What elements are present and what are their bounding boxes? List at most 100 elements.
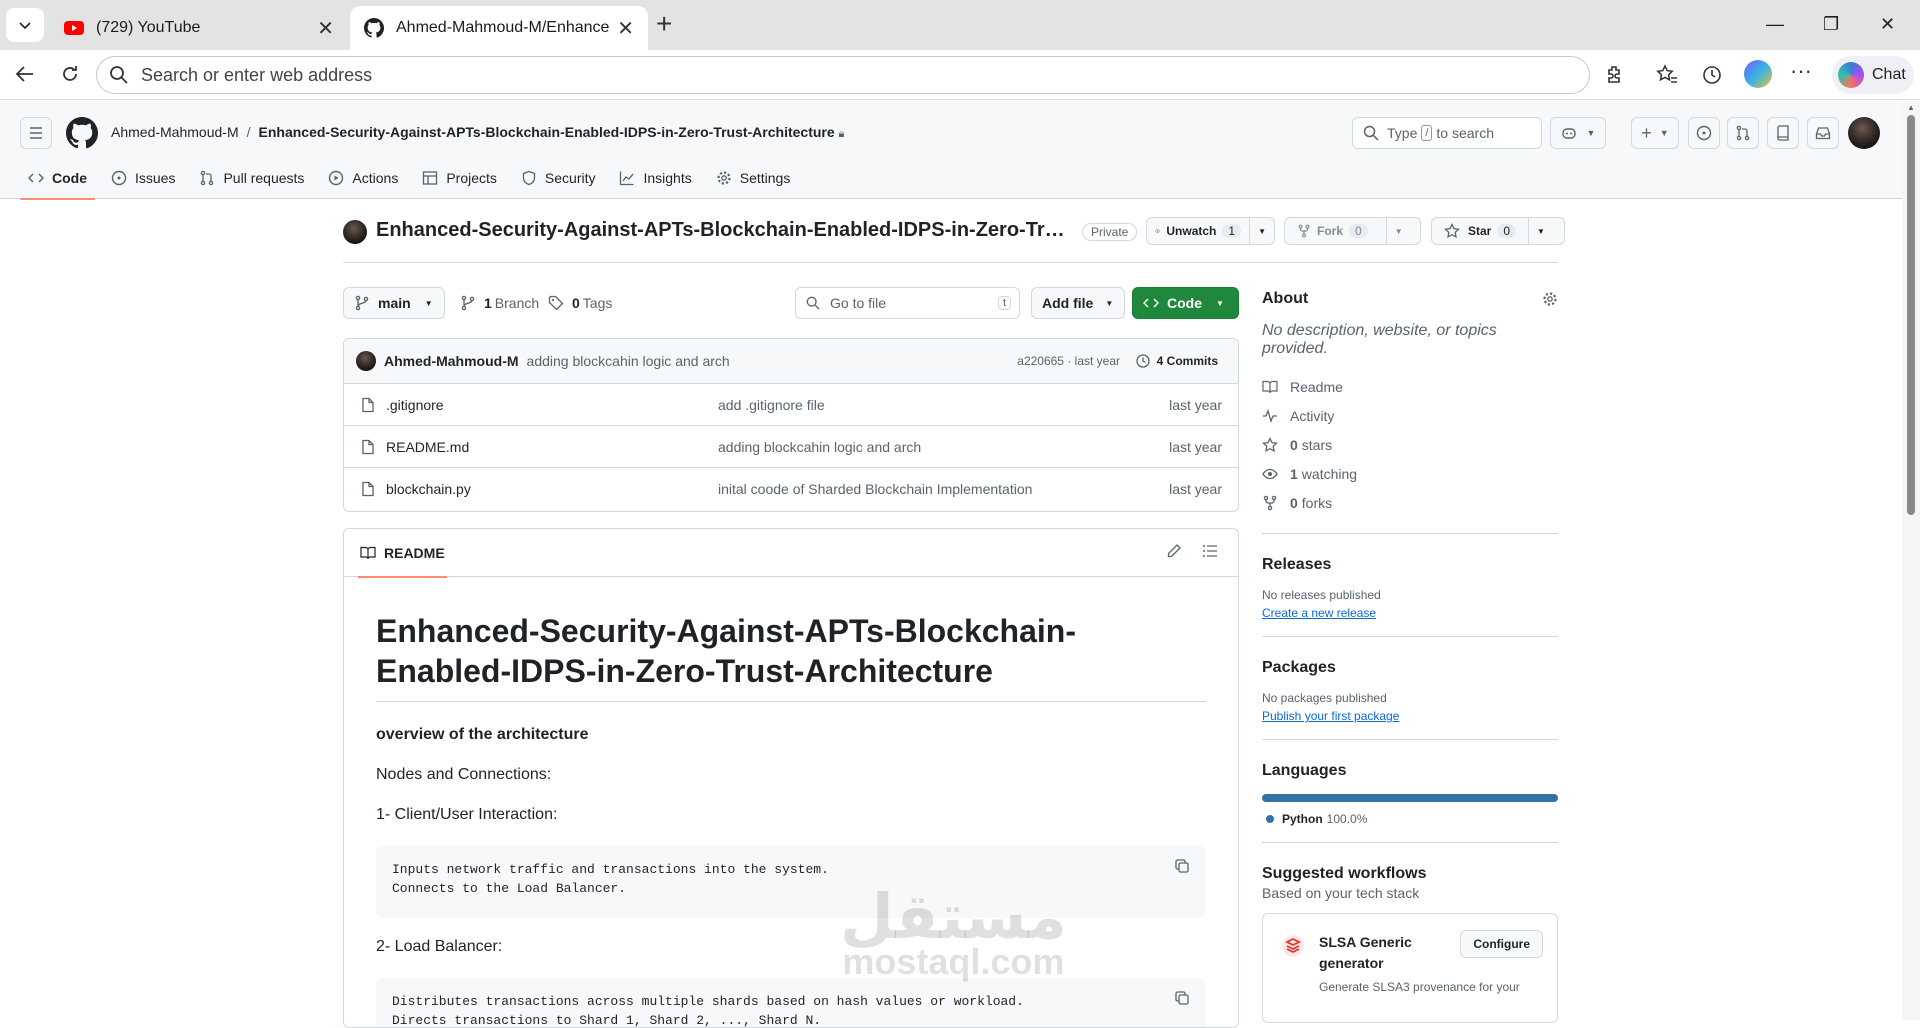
issues-button[interactable] [1688,117,1720,149]
close-tab-icon[interactable]: ✕ [617,16,634,41]
git-pull-request-icon [201,170,214,186]
forks-link[interactable]: 0 forks [1262,488,1558,517]
tab-issues[interactable]: Issues [103,157,183,199]
fork-button[interactable]: Fork 0 ▼ [1284,217,1421,245]
favorites-icon[interactable] [1656,64,1678,86]
tab-settings[interactable]: Settings [708,157,799,199]
commit-message[interactable]: adding blockcahin logic and arch [527,353,730,369]
tab-list-dropdown[interactable] [6,8,44,42]
more-options-icon[interactable]: ··· [1790,60,1812,82]
table-row[interactable]: blockchain.py inital coode of Sharded Bl… [344,468,1238,510]
releases-heading[interactable]: Releases [1262,556,1558,574]
book-icon [360,546,376,560]
breadcrumb-repo[interactable]: Enhanced-Security-Against-APTs-Blockchai… [259,124,835,140]
list-unordered-icon[interactable] [1202,543,1218,559]
tab-code[interactable]: Code [20,157,95,200]
commits-link[interactable]: 4 Commits [1135,353,1218,369]
refresh-icon[interactable] [59,63,81,85]
commit-hash[interactable]: a220665 · last year [1017,354,1120,368]
extensions-icon[interactable] [1604,64,1626,86]
search-hint-suffix: to search [1436,125,1495,141]
copilot-button[interactable]: ▼ [1550,117,1606,149]
tab-readme[interactable]: README [358,529,447,578]
inbox-button[interactable] [1807,117,1839,149]
branches-link[interactable]: 1 Branch [460,295,539,311]
copy-icon[interactable] [1174,858,1190,874]
browser-tab-youtube[interactable]: (729) YouTube ✕ [50,6,348,50]
gear-icon[interactable] [1542,291,1558,307]
code-button[interactable]: Code ▼ [1132,287,1239,319]
breadcrumb-owner[interactable]: Ahmed-Mahmoud-M [111,124,239,140]
readme-link[interactable]: Readme [1262,372,1558,401]
github-search-input[interactable]: Type / to search [1352,117,1542,149]
star-button[interactable]: Star 0 ▼ [1431,217,1565,245]
star-count: 0 [1497,224,1517,238]
repositories-button[interactable] [1767,117,1799,149]
add-file-button[interactable]: Add file ▼ [1031,287,1125,319]
chevron-down-icon[interactable]: ▼ [1249,218,1274,244]
owner-avatar[interactable] [343,220,367,244]
tab-actions[interactable]: Actions [320,157,406,199]
repo-sidebar: About No description, website, or topics… [1262,290,1558,1023]
scrollbar-thumb[interactable] [1907,115,1915,515]
file-commit-message[interactable]: adding blockcahin logic and arch [718,439,921,455]
close-window-icon[interactable]: ✕ [1880,14,1895,35]
tab-pull-requests[interactable]: Pull requests [191,157,312,199]
minimize-window-icon[interactable]: — [1766,14,1784,35]
address-bar[interactable]: Search or enter web address [96,56,1590,94]
chevron-down-icon[interactable]: ▼ [1385,218,1411,244]
history-icon[interactable] [1701,64,1723,86]
browser-toolbar: Search or enter web address ··· Chat [0,50,1920,100]
workflow-name[interactable]: SLSA Generic generator [1319,932,1439,974]
back-arrow-icon[interactable] [14,63,36,85]
github-logo-icon[interactable] [66,117,98,149]
workflows-subtitle: Based on your tech stack [1262,885,1420,901]
commit-author[interactable]: Ahmed-Mahmoud-M [384,353,519,369]
file-commit-message[interactable]: add .gitignore file [718,397,825,413]
browser-tab-github[interactable]: Ahmed-Mahmoud-M/Enhanced-S ✕ [350,6,648,50]
copilot-chat-button[interactable]: Chat [1832,56,1914,94]
publish-package-link[interactable]: Publish your first package [1262,709,1558,723]
code-text: Distributes transactions across multiple… [392,994,1024,1028]
repo-forked-icon [1298,224,1310,238]
profile-icon[interactable] [1744,60,1772,88]
file-name[interactable]: README.md [386,439,469,455]
tab-security[interactable]: Security [513,157,604,199]
hamburger-menu-button[interactable] [20,117,52,149]
file-name[interactable]: blockchain.py [386,481,471,497]
stars-link[interactable]: 0 stars [1262,430,1558,459]
repo-navigation: Code Issues Pull requests Actions Projec… [20,157,806,200]
close-tab-icon[interactable]: ✕ [317,16,334,41]
activity-link[interactable]: Activity [1262,401,1558,430]
pencil-icon[interactable] [1166,543,1182,559]
language-item[interactable]: Python 100.0% [1262,812,1558,826]
create-new-button[interactable]: + ▼ [1631,117,1679,149]
table-row[interactable]: README.md adding blockcahin logic and ar… [344,426,1238,468]
go-to-file-input[interactable]: Go to file t [795,287,1020,319]
restore-window-icon[interactable]: ❐ [1823,14,1839,35]
unwatch-button[interactable]: Unwatch 1 ▼ [1146,217,1275,245]
tab-insights[interactable]: Insights [611,157,699,199]
configure-button[interactable]: Configure [1460,930,1543,958]
eye-icon [1262,468,1278,479]
create-release-link[interactable]: Create a new release [1262,606,1558,620]
pull-requests-button[interactable] [1727,117,1759,149]
page-scrollbar[interactable]: ▲ [1902,101,1920,1020]
user-avatar[interactable] [1848,117,1880,149]
copy-icon[interactable] [1174,990,1190,1006]
new-tab-button[interactable]: + [656,10,672,38]
packages-heading[interactable]: Packages [1262,659,1558,677]
search-hint-key: / [1421,125,1433,141]
file-name[interactable]: .gitignore [386,397,444,413]
scroll-up-icon[interactable]: ▲ [1907,103,1915,112]
commit-author-avatar[interactable] [356,351,376,371]
chevron-down-icon[interactable]: ▼ [1528,218,1553,244]
repo-title[interactable]: Enhanced-Security-Against-APTs-Blockchai… [376,219,1066,242]
branch-selector[interactable]: main ▼ [343,287,445,319]
file-time: last year [1169,481,1222,497]
tags-link[interactable]: 0 Tags [548,295,612,311]
tab-projects[interactable]: Projects [414,157,505,199]
file-commit-message[interactable]: inital coode of Sharded Blockchain Imple… [718,481,1032,497]
watching-link[interactable]: 1 watching [1262,459,1558,488]
table-row[interactable]: .gitignore add .gitignore file last year [344,384,1238,426]
